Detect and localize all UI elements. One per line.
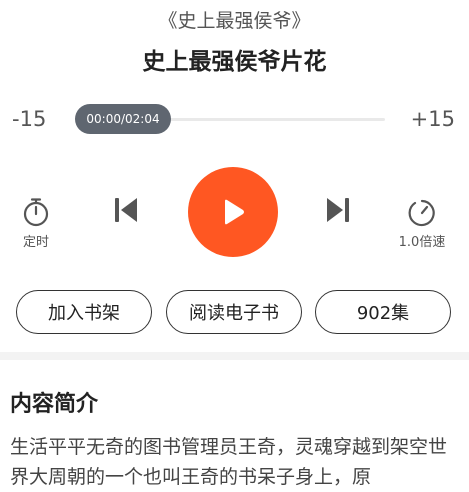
play-button[interactable] bbox=[188, 167, 278, 257]
add-to-shelf-button[interactable]: 加入书架 bbox=[16, 290, 152, 334]
timer-label: 定时 bbox=[22, 235, 49, 250]
play-icon bbox=[225, 199, 244, 225]
skip-previous-icon bbox=[115, 198, 137, 222]
speed-label: 1.0倍速 bbox=[398, 235, 446, 250]
stopwatch-icon bbox=[23, 198, 49, 227]
skip-back-15-button[interactable]: -15 bbox=[12, 107, 46, 131]
skip-next-icon bbox=[327, 198, 349, 222]
section-divider bbox=[0, 352, 469, 360]
speed-gauge-icon bbox=[408, 199, 435, 227]
timer-button[interactable]: 定时 bbox=[16, 197, 56, 250]
episodes-button[interactable]: 902集 bbox=[315, 290, 451, 334]
speed-button[interactable]: 1.0倍速 bbox=[395, 197, 449, 250]
track-title: 史上最强侯爷片花 bbox=[142, 49, 327, 75]
previous-track-button[interactable] bbox=[113, 195, 139, 225]
read-ebook-button[interactable]: 阅读电子书 bbox=[166, 290, 302, 334]
intro-text: 生活平平无奇的图书管理员王奇，灵魂穿越到架空世界大周朝的一个也叫王奇的书呆子身上… bbox=[10, 436, 448, 488]
skip-forward-15-button[interactable]: +15 bbox=[411, 107, 455, 131]
next-track-button[interactable] bbox=[325, 195, 351, 225]
book-title: 《史上最强侯爷》 bbox=[158, 10, 311, 32]
progress-time-handle[interactable]: 00:00/02:04 bbox=[75, 104, 171, 134]
intro-heading: 内容简介 bbox=[10, 392, 99, 417]
